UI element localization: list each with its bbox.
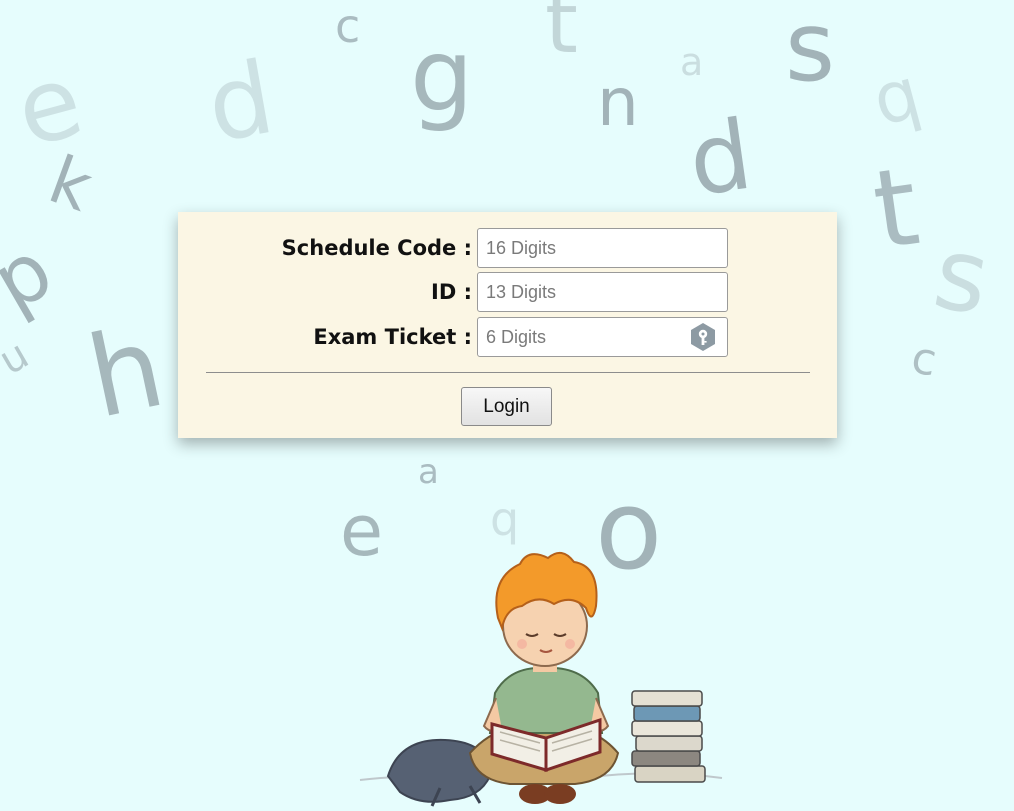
bg-letter: q — [490, 492, 519, 546]
bg-letter: p — [0, 223, 67, 329]
bg-letter: a — [680, 40, 703, 84]
form-divider — [206, 372, 810, 373]
bg-letter: h — [78, 302, 174, 444]
bg-letter: q — [864, 52, 928, 143]
bg-letter: g — [410, 17, 473, 134]
bg-letter: u — [0, 332, 36, 385]
id-row: ID : — [178, 272, 837, 312]
key-icon[interactable] — [688, 322, 718, 352]
bg-letter: e — [4, 41, 94, 170]
schedule-code-row: Schedule Code : — [178, 228, 837, 268]
bg-letter: a — [418, 452, 439, 492]
login-button[interactable]: Login — [461, 387, 552, 426]
bg-letter: t — [545, 0, 578, 72]
bg-letter: s — [926, 214, 998, 338]
bg-letter: d — [199, 39, 282, 165]
bg-letter: c — [335, 0, 360, 53]
schedule-code-label: Schedule Code : — [281, 236, 472, 260]
bg-letter: s — [785, 0, 835, 103]
id-label: ID : — [431, 280, 472, 304]
bg-letter: k — [39, 141, 102, 227]
exam-ticket-row: Exam Ticket : — [178, 317, 837, 357]
exam-ticket-label: Exam Ticket : — [313, 325, 472, 349]
bg-letter: c — [908, 332, 941, 386]
boy-reading-book-illustration — [359, 551, 723, 807]
login-form: Schedule Code : ID : Exam Ticket : Login — [178, 212, 837, 438]
bg-letter: n — [597, 64, 639, 141]
schedule-code-input[interactable] — [477, 228, 728, 268]
id-input[interactable] — [477, 272, 728, 312]
bg-letter: d — [682, 99, 758, 218]
bg-letter: t — [866, 144, 925, 274]
